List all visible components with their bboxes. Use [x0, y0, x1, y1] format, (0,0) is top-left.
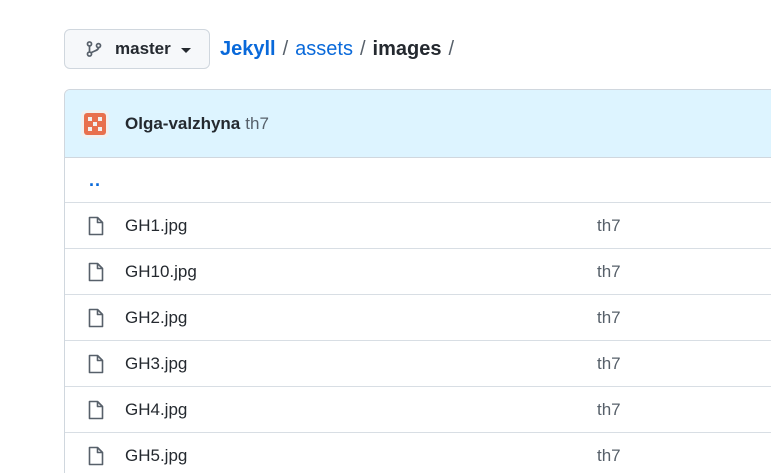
- file-name-link[interactable]: GH4.jpg: [125, 400, 187, 420]
- file-name-link[interactable]: GH10.jpg: [125, 262, 197, 282]
- file-browser-page: master Jekyll / assets / images / Olga-v…: [0, 0, 771, 473]
- file-icon: [87, 262, 105, 282]
- file-commit-link[interactable]: th7: [597, 446, 621, 466]
- file-icon: [87, 400, 105, 420]
- file-commit-link[interactable]: th7: [597, 216, 621, 236]
- file-row[interactable]: GH1.jpg th7: [65, 203, 771, 249]
- chevron-down-icon: [180, 47, 191, 53]
- breadcrumb-separator: /: [359, 37, 366, 60]
- file-name-link[interactable]: GH1.jpg: [125, 216, 187, 236]
- file-name-link[interactable]: GH3.jpg: [125, 354, 187, 374]
- file-list: Olga-valzhyna th7 .. GH1.jpg th7 GH10.jp…: [64, 89, 771, 473]
- latest-commit-bar: Olga-valzhyna th7: [65, 90, 771, 158]
- file-commit-link[interactable]: th7: [597, 308, 621, 328]
- file-row[interactable]: GH10.jpg th7: [65, 249, 771, 295]
- file-icon: [87, 354, 105, 374]
- avatar[interactable]: [81, 109, 109, 138]
- file-name-link[interactable]: GH2.jpg: [125, 308, 187, 328]
- file-row[interactable]: GH3.jpg th7: [65, 341, 771, 387]
- file-row[interactable]: GH5.jpg th7: [65, 433, 771, 473]
- file-commit-link[interactable]: th7: [597, 354, 621, 374]
- file-icon: [87, 216, 105, 236]
- parent-directory-link[interactable]: ..: [89, 170, 101, 191]
- file-commit-link[interactable]: th7: [597, 262, 621, 282]
- path-bar: master Jekyll / assets / images /: [64, 29, 461, 69]
- breadcrumb-separator: /: [282, 37, 289, 60]
- commit-author-link[interactable]: Olga-valzhyna: [125, 114, 240, 134]
- file-row[interactable]: GH2.jpg th7: [65, 295, 771, 341]
- commit-message-link[interactable]: th7: [245, 114, 269, 134]
- file-row[interactable]: GH4.jpg th7: [65, 387, 771, 433]
- file-icon: [87, 308, 105, 328]
- file-name-link[interactable]: GH5.jpg: [125, 446, 187, 466]
- breadcrumb-current: images: [372, 37, 442, 60]
- git-branch-icon: [85, 40, 103, 58]
- breadcrumb-assets-link[interactable]: assets: [295, 38, 353, 61]
- branch-select-button[interactable]: master: [64, 29, 210, 69]
- file-icon: [87, 446, 105, 466]
- breadcrumb-root-link[interactable]: Jekyll: [220, 38, 276, 61]
- breadcrumb-separator: /: [448, 37, 455, 60]
- file-commit-link[interactable]: th7: [597, 400, 621, 420]
- parent-directory-row[interactable]: ..: [65, 158, 771, 203]
- branch-label: master: [115, 39, 171, 58]
- breadcrumb: Jekyll / assets / images /: [220, 38, 461, 61]
